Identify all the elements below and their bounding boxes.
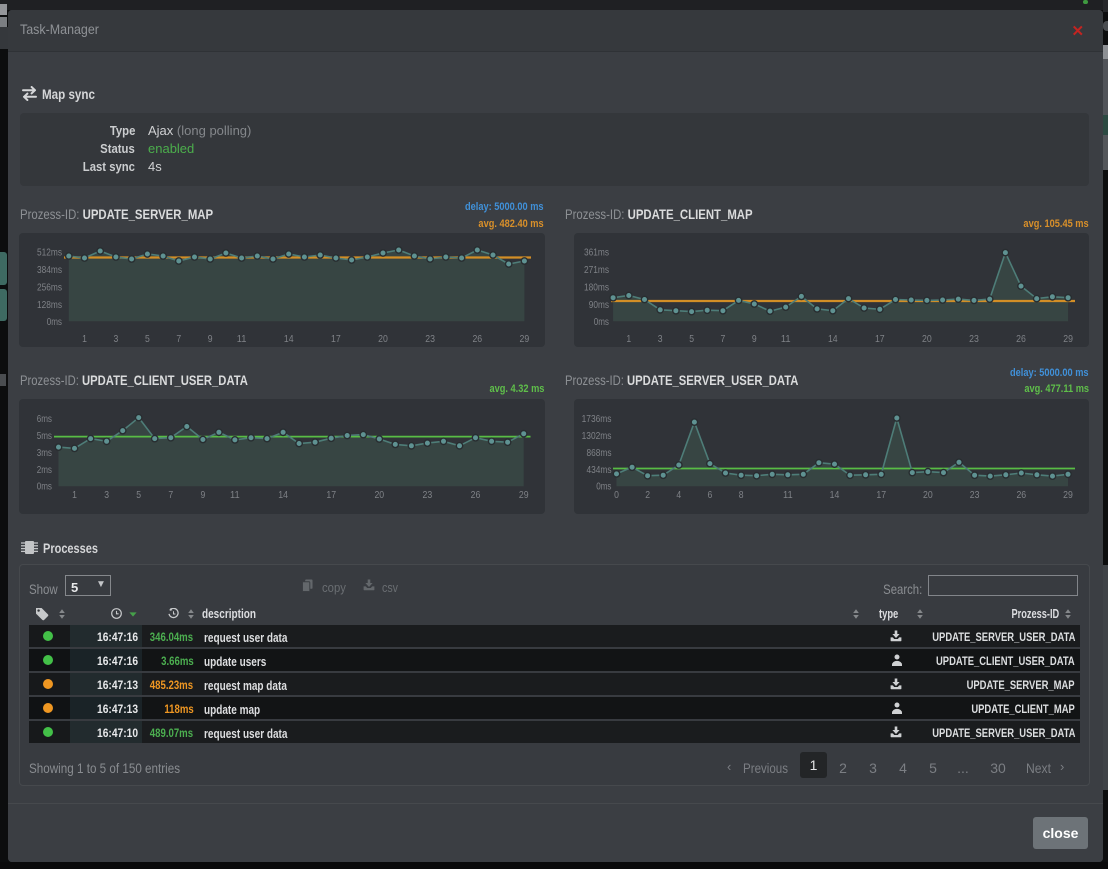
svg-text:5: 5 [689, 333, 694, 345]
svg-text:29: 29 [519, 489, 529, 501]
svg-text:14: 14 [284, 333, 294, 345]
svg-text:11: 11 [237, 333, 247, 345]
svg-text:1736ms: 1736ms [582, 413, 612, 425]
svg-text:20: 20 [923, 489, 933, 501]
svg-text:2ms: 2ms [37, 464, 52, 476]
svg-text:0ms: 0ms [47, 316, 62, 328]
svg-text:7: 7 [168, 489, 173, 501]
svg-text:6ms: 6ms [37, 413, 52, 425]
svg-text:29: 29 [1063, 333, 1073, 345]
svg-text:9: 9 [208, 333, 213, 345]
svg-text:11: 11 [781, 333, 791, 345]
svg-text:128ms: 128ms [37, 299, 62, 311]
svg-text:11: 11 [230, 489, 240, 501]
svg-text:0ms: 0ms [37, 481, 52, 493]
svg-text:17: 17 [331, 333, 341, 345]
svg-text:14: 14 [828, 333, 838, 345]
svg-text:1: 1 [82, 333, 87, 345]
svg-text:26: 26 [472, 333, 482, 345]
svg-text:3: 3 [114, 333, 119, 345]
svg-text:17: 17 [875, 333, 885, 345]
svg-text:271ms: 271ms [584, 264, 609, 276]
svg-text:90ms: 90ms [589, 299, 609, 311]
svg-text:9: 9 [752, 333, 757, 345]
svg-text:7: 7 [721, 333, 726, 345]
svg-text:4: 4 [676, 489, 681, 501]
svg-text:29: 29 [520, 333, 530, 345]
svg-text:3: 3 [104, 489, 109, 501]
svg-text:23: 23 [423, 489, 433, 501]
svg-text:23: 23 [969, 333, 979, 345]
svg-text:26: 26 [1016, 489, 1026, 501]
svg-text:7: 7 [176, 333, 181, 345]
svg-text:11: 11 [783, 489, 793, 501]
svg-text:26: 26 [1016, 333, 1026, 345]
svg-text:5: 5 [145, 333, 150, 345]
svg-text:256ms: 256ms [37, 282, 62, 294]
svg-text:3ms: 3ms [37, 447, 52, 459]
svg-text:5: 5 [136, 489, 141, 501]
svg-text:0ms: 0ms [596, 481, 611, 493]
svg-text:0ms: 0ms [594, 316, 609, 328]
svg-text:17: 17 [876, 489, 886, 501]
svg-text:512ms: 512ms [37, 247, 62, 259]
svg-text:20: 20 [922, 333, 932, 345]
svg-text:180ms: 180ms [584, 282, 609, 294]
svg-text:434ms: 434ms [587, 464, 612, 476]
svg-text:26: 26 [471, 489, 481, 501]
svg-text:23: 23 [425, 333, 435, 345]
svg-text:8: 8 [739, 489, 744, 501]
svg-text:868ms: 868ms [587, 447, 612, 459]
svg-text:6: 6 [708, 489, 713, 501]
svg-text:1302ms: 1302ms [582, 430, 612, 442]
svg-text:29: 29 [1063, 489, 1073, 501]
svg-text:23: 23 [970, 489, 980, 501]
svg-text:14: 14 [830, 489, 840, 501]
svg-text:3: 3 [658, 333, 663, 345]
svg-text:0: 0 [614, 489, 619, 501]
svg-text:17: 17 [326, 489, 336, 501]
svg-text:2: 2 [645, 489, 650, 501]
svg-text:1: 1 [626, 333, 631, 345]
svg-text:20: 20 [378, 333, 388, 345]
svg-text:20: 20 [374, 489, 384, 501]
svg-text:384ms: 384ms [37, 264, 62, 276]
svg-text:9: 9 [201, 489, 206, 501]
svg-text:1: 1 [72, 489, 77, 501]
svg-text:361ms: 361ms [584, 247, 609, 259]
svg-text:14: 14 [278, 489, 288, 501]
svg-text:5ms: 5ms [37, 430, 52, 442]
